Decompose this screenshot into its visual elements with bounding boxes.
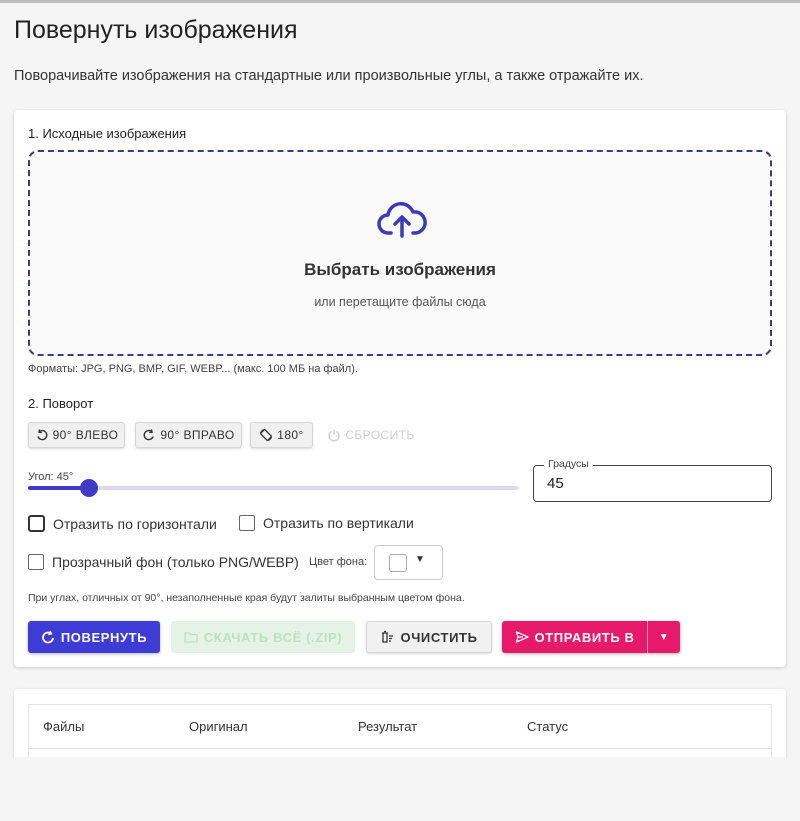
rotate-button-label: ПОВЕРНУТЬ: [60, 629, 148, 645]
flip-horizontal-row[interactable]: Отразить по горизонтали: [28, 515, 217, 532]
send-to-button[interactable]: ОТПРАВИТЬ В: [502, 621, 647, 653]
bg-color-swatch: [389, 554, 407, 572]
folder-zip-icon: [184, 632, 198, 643]
flip-horizontal-checkbox[interactable]: [28, 515, 45, 532]
flip-vertical-checkbox[interactable]: [239, 515, 255, 531]
transparent-bg-row[interactable]: Прозрачный фон (только PNG/WEBP): [28, 554, 299, 570]
formats-note: Форматы: JPG, PNG, BMP, GIF, WEBP... (ма…: [28, 363, 358, 375]
image-dropzone[interactable]: Выбрать изображения или перетащите файлы…: [28, 150, 772, 356]
section-source-label: 1. Исходные изображения: [28, 126, 187, 141]
fill-note: При углах, отличных от 90°, незаполненны…: [28, 592, 465, 604]
flip-vertical-label: Отразить по вертикали: [263, 515, 414, 531]
degrees-input[interactable]: [547, 475, 747, 492]
transparent-bg-checkbox[interactable]: [28, 554, 44, 570]
send-to-label: ОТПРАВИТЬ В: [534, 629, 635, 645]
settings-card: 1. Исходные изображения Выбрать изображе…: [14, 110, 786, 667]
caret-down-icon: ▼: [658, 631, 670, 643]
flip-vertical-row[interactable]: Отразить по вертикали: [239, 515, 414, 531]
dropzone-title: Выбрать изображения: [304, 260, 496, 279]
section-rotation-label: 2. Поворот: [28, 396, 94, 411]
reset-label: СБРОСИТЬ: [345, 428, 415, 442]
column-original: Оригинал: [189, 719, 248, 734]
column-result: Результат: [358, 719, 418, 734]
rotate-left-icon: [36, 429, 48, 441]
table-header: Файлы Оригинал Результат Статус: [29, 705, 771, 749]
send-to-menu-button[interactable]: ▼: [648, 621, 680, 653]
rotate-180-label: 180°: [277, 428, 304, 442]
caret-down-icon: ▼: [415, 554, 425, 565]
page-bottom-area: [0, 757, 800, 821]
angle-slider-thumb[interactable]: [80, 479, 99, 497]
rotate-left-label: 90° ВЛЕВО: [52, 428, 119, 442]
send-icon: [515, 631, 529, 643]
rotate-right-button[interactable]: 90° ВПРАВО: [135, 422, 242, 448]
cloud-upload-icon: [377, 202, 427, 238]
bg-color-label: Цвет фона:: [309, 556, 368, 568]
download-all-button[interactable]: СКАЧАТЬ ВСЁ (.ZIP): [171, 621, 355, 653]
column-status: Статус: [527, 719, 569, 734]
degrees-field[interactable]: Градусы: [533, 458, 772, 502]
page-description: Поворачивайте изображения на стандартные…: [14, 68, 644, 84]
page-title: Повернуть изображения: [14, 16, 298, 44]
column-files: Файлы: [43, 719, 85, 734]
rotate-button[interactable]: ПОВЕРНУТЬ: [28, 621, 160, 653]
angle-label: Угол: 45°: [28, 471, 74, 483]
transparent-bg-label: Прозрачный фон (только PNG/WEBP): [52, 554, 299, 570]
angle-slider[interactable]: [28, 479, 518, 497]
rotate-right-label: 90° ВПРАВО: [160, 428, 235, 442]
dropzone-subtitle: или перетащите файлы сюда: [314, 295, 486, 309]
screen-rotation-icon: [260, 428, 273, 442]
rotate-left-button[interactable]: 90° ВЛЕВО: [28, 422, 125, 448]
clear-all-icon: [382, 630, 394, 643]
rotate-right-icon: [143, 429, 155, 441]
rotate-180-button[interactable]: 180°: [250, 422, 313, 448]
rotate-icon: [41, 630, 54, 644]
degrees-label: Градусы: [544, 458, 593, 470]
download-all-label: СКАЧАТЬ ВСЁ (.ZIP): [203, 629, 343, 645]
clear-button[interactable]: ОЧИСТИТЬ: [366, 621, 492, 653]
flip-horizontal-label: Отразить по горизонтали: [53, 515, 217, 532]
power-icon: [328, 429, 341, 442]
bg-color-picker[interactable]: ▼: [374, 545, 443, 580]
clear-label: ОЧИСТИТЬ: [400, 629, 478, 645]
reset-button[interactable]: СБРОСИТЬ: [326, 422, 416, 448]
top-divider: [0, 0, 800, 3]
